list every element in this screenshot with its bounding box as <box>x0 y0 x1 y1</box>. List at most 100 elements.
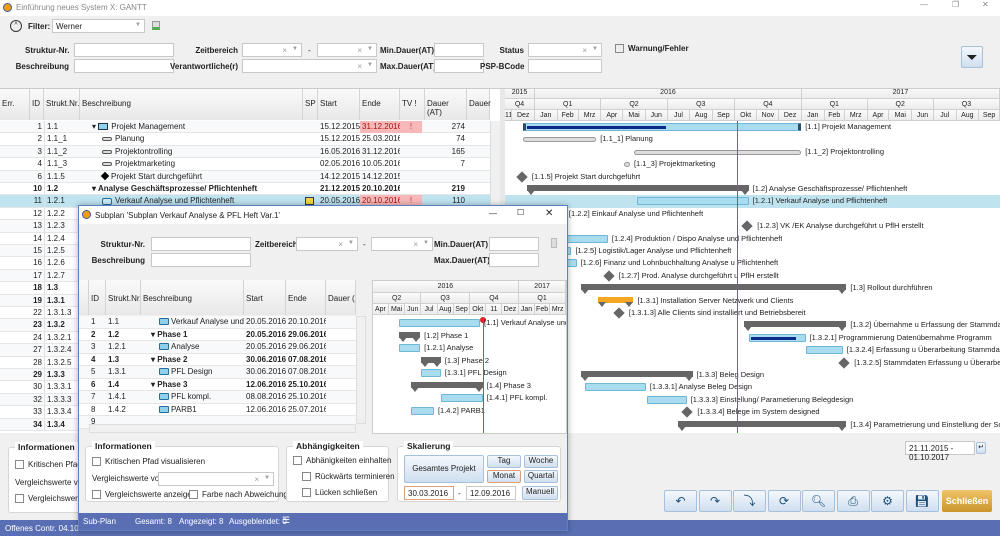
column-header[interactable]: ID <box>89 280 106 315</box>
column-header[interactable]: ID <box>30 89 44 120</box>
settings-button[interactable]: ⚙ <box>871 490 904 512</box>
sub-table-row[interactable]: 7 1.4.1 PFL kompl. 08.08.2016 25.10.2016 <box>79 391 356 404</box>
column-header[interactable]: Beschreibung <box>141 280 244 315</box>
gantt-milestone[interactable] <box>838 356 850 369</box>
gantt-bar[interactable] <box>522 123 802 131</box>
gantt-summary-bar[interactable] <box>411 381 483 392</box>
column-header[interactable]: Ende <box>360 89 400 120</box>
abh-einhalten-checkbox[interactable]: Abhänigkeiten einhalten <box>293 456 391 466</box>
column-header[interactable]: Start <box>244 280 286 315</box>
sub-filter-icon[interactable] <box>551 238 557 248</box>
min-dauer-input[interactable] <box>434 43 484 57</box>
gantt-milestone[interactable] <box>681 406 694 418</box>
sub-max-dauer-input[interactable] <box>489 253 539 267</box>
beschreibung-input[interactable] <box>74 59 174 73</box>
sub-vertical-scrollbar[interactable] <box>356 316 366 424</box>
column-header[interactable]: Dauer (AT) <box>326 280 356 315</box>
gantt-bar[interactable] <box>806 346 843 355</box>
sub-table-row[interactable]: 11.1Verkauf Analyse und Pflichtenheft20.… <box>79 316 356 329</box>
gantt-summary-bar[interactable] <box>677 420 847 431</box>
table-row[interactable]: 2 1.1_1 Planung 15.12.2015 25.03.2016 74 <box>0 133 490 146</box>
sub-farbe-checkbox[interactable]: Farbe nach Abweichung <box>189 490 288 500</box>
column-header[interactable]: Dauer (AT) <box>425 89 467 120</box>
gantt-bar[interactable] <box>584 383 646 392</box>
sub-table-row[interactable]: 3 1.2.1 Analyse 20.05.2016 29.06.2016 <box>79 341 356 354</box>
zeitbereich-from[interactable]: × ▼ <box>242 43 302 57</box>
column-header[interactable]: Strukt.Nr. <box>106 280 141 315</box>
dependency-button[interactable]: ⤵ <box>733 490 766 512</box>
gantt-milestone[interactable] <box>613 307 625 319</box>
skal-from-date[interactable]: 30.03.2016 <box>404 486 454 500</box>
verantwortliche-select[interactable]: × ▼ <box>242 59 377 73</box>
gantt-bar[interactable] <box>637 197 749 206</box>
gantt-summary-bar[interactable] <box>597 296 634 307</box>
sub-table-row[interactable]: 4 1.3 ▾ Phase 2 30.06.2016 07.08.2016 <box>79 353 356 366</box>
preview-button[interactable]: 🔍︎ <box>802 490 835 512</box>
column-header[interactable]: Beschreibung <box>80 89 303 120</box>
gantt-bar[interactable] <box>411 406 434 415</box>
gantt-bar[interactable] <box>398 319 481 327</box>
gantt-bar[interactable] <box>564 234 608 243</box>
gantt-summary-bar[interactable] <box>580 371 693 381</box>
gantt-bar[interactable] <box>748 333 806 342</box>
column-header[interactable]: Strukt.Nr. <box>44 89 80 120</box>
refresh-button[interactable]: ⟳ <box>767 490 801 512</box>
manuell-button[interactable]: Manuell <box>522 486 558 500</box>
status-select[interactable]: × ▼ <box>528 43 602 57</box>
struktur-input[interactable] <box>74 43 174 57</box>
skal-to-date[interactable]: 12.09.2016 <box>466 486 516 500</box>
woche-button[interactable]: Woche <box>524 455 558 468</box>
table-row[interactable]: 3 1.1_2 Projektontrolling 16.05.2016 31.12.2… <box>0 145 490 159</box>
apply-filter-button[interactable]: ⏷ <box>961 46 983 68</box>
gantt-bar[interactable] <box>420 369 441 377</box>
quartal-button[interactable]: Quartal <box>524 470 558 483</box>
gantt-summary-bar[interactable] <box>526 185 749 195</box>
zeitbereich-to[interactable]: × ▼ <box>317 43 377 57</box>
date-range-field[interactable]: 21.11.2015 - 01.10.2017 <box>905 441 975 462</box>
gantt-summary-bar[interactable] <box>398 331 421 342</box>
sub-zeitbereich-from[interactable]: × ▼ <box>296 237 358 251</box>
column-header[interactable]: Dauer <box>467 89 491 120</box>
new-filter-icon[interactable] <box>152 21 160 30</box>
gantt-summary-bar[interactable] <box>420 356 441 367</box>
maximize-button[interactable]: ❐ <box>952 0 959 9</box>
close-button[interactable]: ✕ <box>982 0 989 9</box>
table-row[interactable]: 4 1.1_3 Projektmarketing 02.05.2016 10.05.20… <box>0 158 490 171</box>
psp-input[interactable] <box>528 59 602 73</box>
table-row[interactable]: 1 1.1 ▾ Projekt Management 15.12.2015 31.12.… <box>0 121 490 134</box>
table-row[interactable]: 10 1.2 ▾ Analyse Geschäftsprozesse/ Pflich… <box>0 183 490 196</box>
sub-zeitbereich-to[interactable]: × ▼ <box>371 237 433 251</box>
filter-select[interactable]: Werner ▼ <box>52 19 145 33</box>
gantt-bar[interactable] <box>647 395 687 404</box>
sub-krit-checkbox[interactable]: Kritischen Pfad visualisieren <box>92 457 205 467</box>
collapse-icon[interactable]: ^ <box>10 20 22 32</box>
subplan-maximize-button[interactable]: ☐ <box>517 208 524 217</box>
column-header[interactable]: Start <box>318 89 360 120</box>
tag-button[interactable]: Tag <box>487 455 521 468</box>
gantt-bar[interactable] <box>522 137 597 143</box>
column-header[interactable]: TV ! <box>400 89 425 120</box>
column-header[interactable]: SP <box>303 89 318 120</box>
column-header[interactable]: Err. <box>0 89 30 120</box>
max-dauer-input[interactable] <box>434 59 484 73</box>
redo-button[interactable]: ↷ <box>698 490 732 512</box>
sub-table-row[interactable]: 2 1.2 ▾ Phase 1 20.05.2016 29.06.2016 <box>79 328 356 341</box>
sub-table-row[interactable]: 5 1.3.1 PFL Design 30.06.2016 07.08.2016 <box>79 366 356 379</box>
sub-vgl-anz-checkbox[interactable]: Vergleichswerte anzeigen <box>92 490 196 500</box>
gantt-summary-bar[interactable] <box>580 284 847 295</box>
gantt-bar[interactable] <box>623 162 630 168</box>
subplan-close-button[interactable]: ✕ <box>545 208 553 219</box>
close-main-button[interactable]: Schließen <box>942 490 992 512</box>
gantt-bar[interactable] <box>634 149 802 155</box>
sub-beschreibung-input[interactable] <box>151 253 251 267</box>
sub-table-row[interactable]: 6 1.4 ▾ Phase 3 12.06.2016 25.10.2016 <box>79 378 356 391</box>
sub-table-row[interactable]: 8 1.4.2 PARB1 12.06.2016 25.07.2016 <box>79 403 356 416</box>
print-button[interactable]: ⎙ <box>836 490 870 512</box>
sub-vgl-select[interactable]: × ▼ <box>158 472 274 486</box>
subplan-minimize-button[interactable]: — <box>489 209 497 218</box>
undo-button[interactable]: ↶ <box>664 490 697 512</box>
apply-range-button[interactable]: ↵ <box>976 442 986 454</box>
warnung-checkbox[interactable]: Warnung/Fehler <box>615 44 689 54</box>
sub-horizontal-scrollbar[interactable] <box>89 424 356 433</box>
gantt-bar[interactable] <box>398 344 421 352</box>
